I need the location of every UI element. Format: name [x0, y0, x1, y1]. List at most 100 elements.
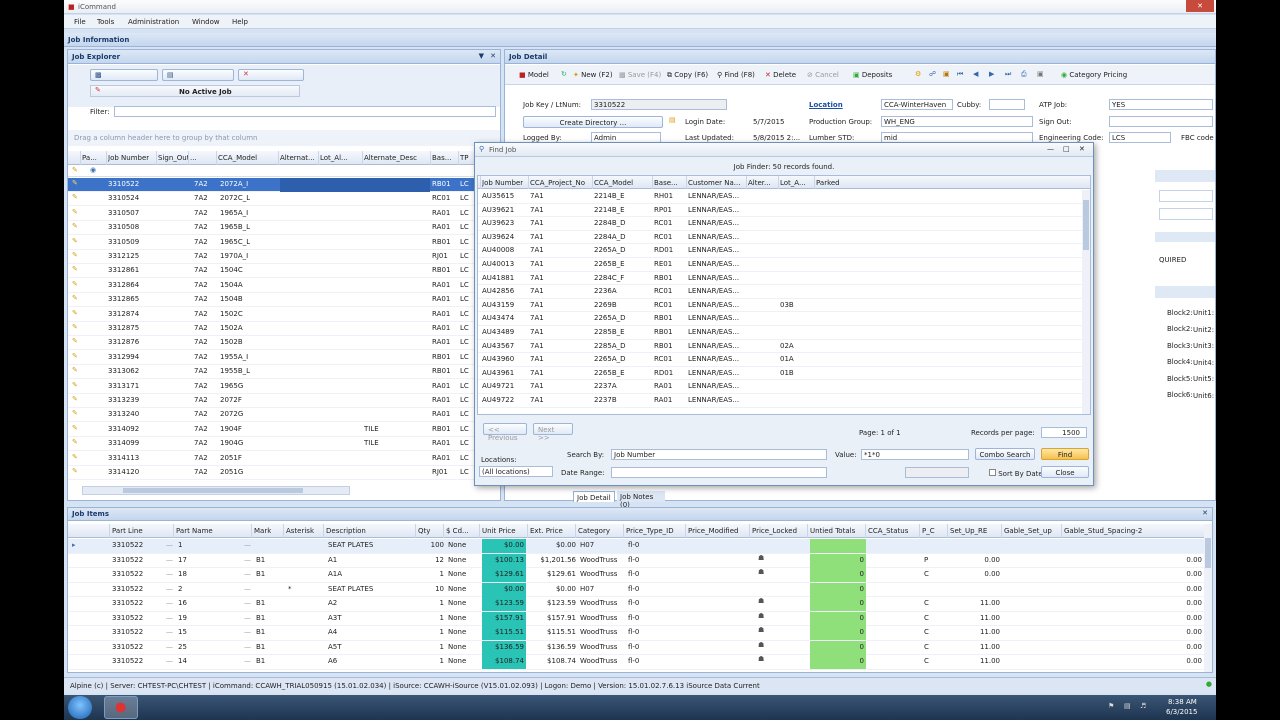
table-row[interactable]: 3310522 2 * SEAT PLATES 10 None $0.00 $0.00 H07 f… [68, 582, 1204, 597]
tool-icon-1[interactable]: ⚙ [915, 70, 921, 78]
login-date-value[interactable]: 5/7/2015 [753, 118, 784, 126]
table-row[interactable]: ✎ 3312861 7A2 1504C RB01 LC [68, 264, 500, 279]
find-job-vscrollbar[interactable] [1082, 190, 1090, 414]
search-by-select[interactable]: Job Number [611, 449, 827, 460]
signout-field[interactable] [1109, 116, 1213, 127]
tab-job-notes[interactable]: Job Notes (0) [617, 491, 665, 509]
table-row[interactable]: ✎ 3310508 7A2 1965B_L RA01 LC [68, 221, 500, 236]
location-select[interactable]: CCA-WinterHaven [881, 99, 953, 110]
engineering-code-field[interactable]: LCS [1109, 132, 1171, 143]
table-row[interactable]: AU434747A12265A_DRB01LENNAR/EAS...✓ [478, 312, 1082, 326]
items-col-header[interactable]: Description [326, 527, 366, 535]
explorer-col-header[interactable]: ... [190, 154, 197, 162]
table-row[interactable]: AU356157A12214B_ERH01LENNAR/EAS...✓ [478, 190, 1082, 204]
filter-input[interactable] [114, 106, 496, 117]
explorer-col-header[interactable]: Lot_Al... [320, 154, 348, 162]
items-col-header[interactable]: Category [578, 527, 610, 535]
price-locked-icon[interactable]: ☗ [758, 612, 764, 620]
dialog-close-icon[interactable]: ✕ [1079, 145, 1085, 153]
find-submit-button[interactable]: Find [1041, 448, 1089, 460]
items-col-header[interactable]: Untied Totals [810, 527, 855, 535]
menu-window[interactable]: Window [192, 18, 220, 26]
save-job-button[interactable]: ▩ [90, 69, 158, 81]
table-row[interactable]: AU439607A12265A_DRC01LENNAR/EAS...01A✓ [478, 353, 1082, 367]
close-window-button[interactable]: ✕ [1186, 0, 1214, 12]
clock-time[interactable]: 8:38 AM [1168, 698, 1197, 706]
last-record-icon[interactable]: ⏭ [1005, 70, 1011, 79]
category-pricing-button[interactable]: ◉ Category Pricing [1061, 71, 1127, 79]
items-col-header[interactable]: Qty [418, 527, 430, 535]
pin-icon[interactable]: ▼ [479, 52, 484, 60]
clock-date[interactable]: 6/3/2015 [1166, 708, 1197, 716]
table-row[interactable]: ✎ 3310507 7A2 1965A_I RA01 LC [68, 206, 500, 221]
menu-tools[interactable]: Tools [97, 18, 114, 26]
sort-by-date-checkbox[interactable]: Sort By Date [989, 469, 1043, 478]
table-row[interactable]: AU396237A12284B_DRC01LENNAR/EAS...✓ [478, 217, 1082, 231]
table-row[interactable]: 3310522 18 B1 A1A 1 None $129.61 $129.61 WoodTru… [68, 568, 1204, 583]
production-group-select[interactable]: WH_ENG [881, 116, 1033, 127]
find-col-header[interactable]: Lot_A... [780, 179, 806, 187]
tray-network-icon[interactable]: ▤ [1124, 702, 1131, 710]
detail-field-b[interactable] [1159, 208, 1213, 220]
find-button[interactable]: ⚲ Find (F8) [717, 71, 755, 79]
find-col-header[interactable]: Parked [816, 179, 840, 187]
table-row[interactable]: AU428567A12236ARC01LENNAR/EAS...✓ [478, 285, 1082, 299]
find-col-header[interactable]: CCA_Model [594, 179, 633, 187]
table-row[interactable]: ✎ 3313171 7A2 1965G RA01 LC [68, 379, 500, 394]
table-row[interactable]: 3310522 17 B1 A1 12 None $100.13 $1,201.56 WoodT… [68, 553, 1204, 568]
table-row[interactable]: 3310522 16 B1 A2 1 None $123.59 $123.59 WoodTrus… [68, 597, 1204, 612]
explorer-col-header[interactable]: Alternate_Desc [364, 154, 417, 162]
price-locked-icon[interactable]: ☗ [758, 554, 764, 562]
table-row[interactable]: AU396217A12214B_ERP01LENNAR/EAS...✓ [478, 203, 1082, 218]
table-row[interactable]: AU497217A12237ARA01LENNAR/EAS...✓ [478, 380, 1082, 394]
combo-search-button[interactable]: Combo Search [975, 448, 1035, 460]
table-row[interactable]: AU418817A12284C_FRB01LENNAR/EAS...✓ [478, 271, 1082, 286]
filter-row[interactable]: ✎ ◉ [68, 165, 500, 177]
table-row[interactable]: ✎ 3314099 7A2 1904G TILE RA01 LC [68, 437, 500, 452]
jobkey-field[interactable]: 3310522 [591, 99, 727, 110]
items-col-header[interactable]: P_C [922, 527, 935, 535]
close-button[interactable]: Close [1041, 466, 1089, 478]
table-row[interactable]: AU400137A12265B_ERE01LENNAR/EAS...✓ [478, 258, 1082, 272]
items-col-header[interactable]: Asterisk [286, 527, 314, 535]
first-record-icon[interactable]: ⏮ [957, 70, 963, 79]
menu-administration[interactable]: Administration [128, 18, 179, 26]
open-job-button[interactable]: ▤ [162, 69, 234, 81]
deposits-button[interactable]: ▣ Deposits [853, 71, 892, 79]
items-col-header[interactable]: CCA_Status [868, 527, 908, 535]
active-job-bar[interactable]: ✎ No Active Job [90, 85, 300, 97]
menu-file[interactable]: File [74, 18, 86, 26]
find-col-header[interactable]: Job Number [482, 179, 523, 187]
explorer-hscrollbar[interactable] [82, 486, 350, 495]
detail-field-a[interactable] [1159, 190, 1213, 202]
items-col-header[interactable]: Price_Type_ID [626, 527, 674, 535]
tray-volume-icon[interactable]: ♬ [1140, 702, 1146, 710]
table-row[interactable]: ✎ 3314092 7A2 1904F TILE RB01 LC [68, 422, 500, 437]
value-input[interactable]: *1*0 [861, 449, 969, 460]
find-col-header[interactable]: Alter... [748, 179, 771, 187]
table-row[interactable]: AU497227A12237BRA01LENNAR/EAS...✓ [478, 394, 1082, 408]
explorer-col-header[interactable]: CCA_Model [218, 154, 257, 162]
table-row[interactable]: ✎ 3312125 7A2 1970A_I RJ01 LC [68, 250, 500, 264]
price-locked-icon[interactable]: ☗ [758, 655, 764, 663]
copy-button[interactable]: ⧉ Copy (F6) [667, 71, 708, 80]
tab-job-detail[interactable]: Job Detail [573, 491, 615, 502]
records-per-page-field[interactable]: 1500 [1041, 427, 1087, 438]
taskbar-app-button[interactable]: ● [104, 696, 138, 719]
atp-field[interactable]: YES [1109, 99, 1213, 110]
items-col-header[interactable]: Set_Up_RE [950, 527, 987, 535]
table-row[interactable]: AU400087A12265A_DRD01LENNAR/EAS...✓ [478, 244, 1082, 258]
previous-button[interactable]: << Previous [483, 423, 527, 442]
model-button[interactable]: ■ Model [519, 71, 549, 79]
table-row[interactable]: ✎ 3313239 7A2 2072F RA01 LC [68, 394, 500, 408]
table-row[interactable]: ✎ 3313062 7A2 1955B_L RB01 LC [68, 365, 500, 380]
table-row[interactable]: ▸ 3310522 1 SEAT PLATES 100 None $0.00 $0.00 H07… [68, 539, 1204, 554]
new-button[interactable]: ✦ New (F2) [573, 71, 613, 79]
date-to-field[interactable] [905, 467, 969, 478]
minimize-icon[interactable]: — [1047, 145, 1054, 153]
items-col-header[interactable]: Mark [254, 527, 271, 535]
table-row[interactable]: AU434897A12285B_ERB01LENNAR/EAS...✓ [478, 326, 1082, 340]
items-close-icon[interactable]: ✕ [1202, 509, 1208, 517]
next-button[interactable]: Next >> [533, 423, 573, 442]
table-row[interactable]: 3310522 15 B1 A4 1 None $115.51 $115.51 WoodTrus… [68, 626, 1204, 641]
